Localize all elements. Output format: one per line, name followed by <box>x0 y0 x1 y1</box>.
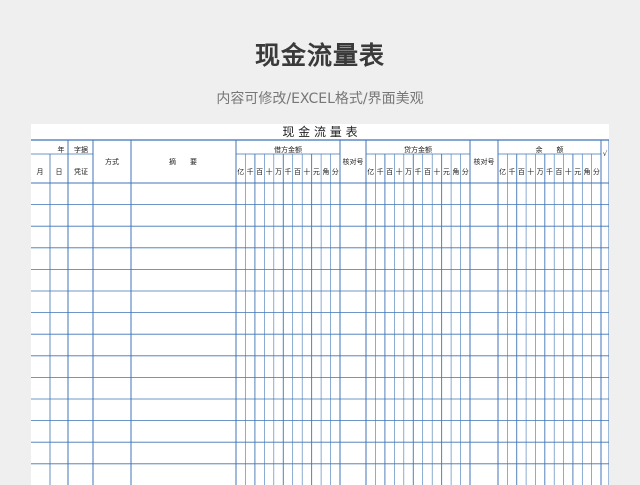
header-voucher: 凭证 <box>74 167 88 176</box>
credit-unit-label: 百 <box>424 168 431 176</box>
balance-unit-label: 分 <box>593 167 600 176</box>
balance-unit-label: 亿 <box>499 167 506 176</box>
header-debit-amount: 借方金额 <box>274 145 302 154</box>
header-balance: 余 额 <box>536 145 564 154</box>
balance-unit-label: 百 <box>518 168 525 176</box>
credit-unit-label: 十 <box>433 167 440 176</box>
balance-unit-label: 万 <box>537 168 544 176</box>
header-check-no: 核对号 <box>343 157 364 166</box>
header-month: 月 <box>37 168 44 176</box>
debit-unit-label: 角 <box>322 167 329 176</box>
header-method: 方式 <box>105 157 119 166</box>
ledger-title: 现 金 流 量 表 <box>282 124 357 139</box>
credit-unit-label: 千 <box>415 167 422 176</box>
debit-unit-label: 十 <box>266 167 273 176</box>
header-check-no: 核对号 <box>474 157 495 166</box>
credit-unit-label: 万 <box>405 168 412 176</box>
debit-unit-label: 百 <box>294 168 301 176</box>
debit-unit-label: 分 <box>332 167 339 176</box>
balance-unit-label: 十 <box>527 167 534 176</box>
header-year: 年 <box>58 145 65 154</box>
credit-unit-label: 千 <box>377 167 384 176</box>
balance-unit-label: 十 <box>565 167 572 176</box>
debit-unit-label: 千 <box>285 167 292 176</box>
balance-unit-label: 百 <box>555 168 562 176</box>
ledger-grid: 现 金 流 量 表 亿千百十万千百十元角分亿千百十万千百十元角分亿千百十万千百十… <box>31 124 609 485</box>
debit-unit-label: 百 <box>256 168 263 176</box>
header-credit-amount: 贷方金额 <box>404 145 432 154</box>
credit-unit-label: 十 <box>396 167 403 176</box>
credit-unit-label: 分 <box>462 167 469 176</box>
balance-unit-label: 角 <box>583 167 590 176</box>
credit-unit-label: 元 <box>443 168 450 176</box>
header-day: 日 <box>56 168 63 176</box>
header-tick: √ <box>603 150 608 158</box>
balance-unit-label: 千 <box>509 167 516 176</box>
debit-unit-label: 亿 <box>237 167 244 176</box>
ledger-sheet: 现 金 流 量 表 亿千百十万千百十元角分亿千百十万千百十元角分亿千百十万千百十… <box>31 124 609 485</box>
debit-unit-label: 元 <box>313 168 320 176</box>
debit-unit-label: 十 <box>303 167 310 176</box>
balance-unit-label: 千 <box>546 167 553 176</box>
credit-unit-label: 亿 <box>367 167 374 176</box>
debit-unit-label: 万 <box>275 168 282 176</box>
page-title: 现金流量表 <box>254 41 385 70</box>
page-subtitle: 内容可修改/EXCEL格式/界面美观 <box>216 91 424 107</box>
credit-unit-label: 角 <box>452 167 459 176</box>
header-summary: 摘 要 <box>169 157 197 166</box>
debit-unit-label: 千 <box>247 167 254 176</box>
credit-unit-label: 百 <box>386 168 393 176</box>
header-voucher-word: 字据 <box>74 145 88 154</box>
balance-unit-label: 元 <box>574 168 581 176</box>
